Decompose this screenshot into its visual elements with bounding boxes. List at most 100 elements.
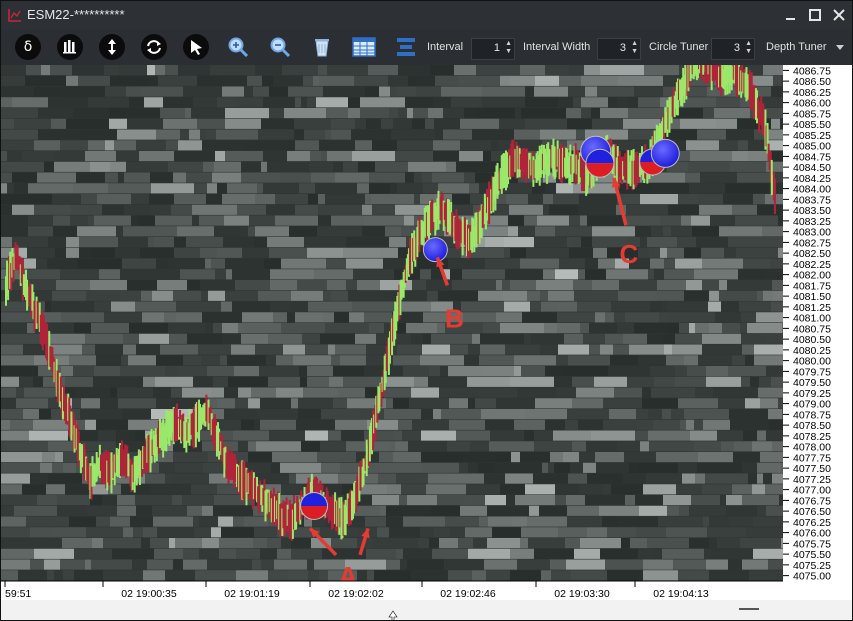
heat-cell [212, 172, 241, 183]
interval-stepper[interactable]: 1 ▲ ▼ [471, 38, 515, 60]
heat-cell [757, 204, 781, 215]
heat-cell [117, 495, 135, 506]
clear-button[interactable] [309, 34, 335, 60]
heat-cell [7, 151, 22, 162]
heat-cell [617, 441, 640, 452]
heat-cell [156, 355, 183, 366]
refresh-button[interactable] [141, 34, 167, 60]
zoom-in-icon [228, 37, 249, 58]
heat-cell [708, 301, 721, 312]
heat-cell [193, 516, 199, 527]
heat-cell [389, 441, 395, 452]
bars-button[interactable] [57, 34, 83, 60]
heat-cell [603, 484, 611, 495]
heat-cell [191, 108, 225, 119]
dropdown-icon[interactable] [835, 44, 845, 52]
cursor-button[interactable] [183, 34, 209, 60]
heat-cell [449, 398, 468, 409]
zoom-out-button[interactable] [267, 34, 293, 60]
heat-cell [771, 118, 780, 129]
heat-cell [357, 280, 380, 291]
heat-cell [214, 161, 241, 172]
heat-cell [216, 129, 258, 140]
heat-cell [150, 538, 169, 549]
heat-cell [411, 570, 448, 581]
heat-cell [760, 452, 783, 463]
heat-cell [341, 430, 364, 441]
vertical-scale-button[interactable] [99, 34, 125, 60]
heat-cell [766, 505, 783, 516]
heat-cell [307, 97, 316, 108]
heat-cell [486, 570, 510, 581]
circle-tuner-stepper[interactable]: 3 ▲ ▼ [711, 38, 755, 60]
layers-icon [397, 38, 415, 56]
heat-cell [396, 473, 428, 484]
heat-cell [580, 538, 621, 549]
heat-cell [260, 548, 277, 559]
heat-cell [7, 441, 48, 452]
scrollbar-thumb[interactable] [739, 608, 759, 610]
heat-cell [318, 204, 345, 215]
heat-cell [222, 75, 247, 86]
heat-cell [153, 387, 171, 398]
heat-cell [719, 290, 757, 301]
heat-cell [369, 183, 390, 194]
minimize-button[interactable] [783, 7, 799, 23]
heat-cell [380, 505, 386, 516]
interval-width-stepper[interactable]: 3 ▲ ▼ [597, 38, 641, 60]
heat-cell [555, 484, 579, 495]
heat-cell [176, 312, 202, 323]
heat-cell [41, 65, 50, 76]
heat-cell [707, 527, 746, 538]
heatmap-chart[interactable]: ABC 4086.754086.504086.254086.004085.754… [1, 65, 853, 621]
heat-cell [753, 548, 783, 559]
heat-cell [583, 333, 605, 344]
heat-cell [481, 409, 526, 420]
heat-cell [503, 290, 527, 301]
heat-cell [199, 215, 224, 226]
heat-cell [565, 538, 580, 549]
heat-cell [18, 570, 47, 581]
heat-cell [654, 269, 664, 280]
heat-cell [542, 462, 548, 473]
heat-cell [681, 215, 691, 226]
cursor-icon [191, 40, 202, 55]
heat-cell [224, 409, 258, 420]
heat-cell [90, 280, 127, 291]
heat-cell [293, 355, 331, 366]
heat-cell [213, 376, 228, 387]
heat-cell [638, 97, 660, 108]
heat-cell [174, 247, 200, 258]
heat-cell [244, 323, 281, 334]
heat-cell [484, 559, 517, 570]
heat-cell [414, 194, 420, 205]
heat-cell [623, 333, 647, 344]
heat-cell [384, 387, 411, 398]
heat-cell [280, 172, 311, 183]
heat-cell [484, 366, 514, 377]
heat-cell [269, 86, 288, 97]
heat-cell [435, 75, 458, 86]
heat-cell [680, 118, 716, 129]
heat-cell [335, 344, 366, 355]
maximize-button[interactable] [807, 7, 823, 23]
delta-button[interactable]: δ [15, 34, 41, 60]
heat-cell [694, 441, 721, 452]
heat-cell [472, 129, 514, 140]
heat-cell [291, 301, 308, 312]
heat-cell [141, 86, 183, 97]
heat-cell [346, 237, 389, 248]
scrollbar-track[interactable] [1, 600, 853, 621]
heat-cell [510, 376, 554, 387]
zoom-in-button[interactable] [225, 34, 251, 60]
heat-cell [222, 194, 255, 205]
heat-cell [459, 462, 468, 473]
layers-button[interactable] [393, 34, 419, 60]
grid-button[interactable] [351, 34, 377, 60]
heat-cell [389, 237, 406, 248]
heat-cell [414, 172, 422, 183]
heat-cell [569, 247, 593, 258]
heat-cell [553, 430, 591, 441]
close-button[interactable] [831, 7, 847, 23]
heat-cell [90, 161, 110, 172]
